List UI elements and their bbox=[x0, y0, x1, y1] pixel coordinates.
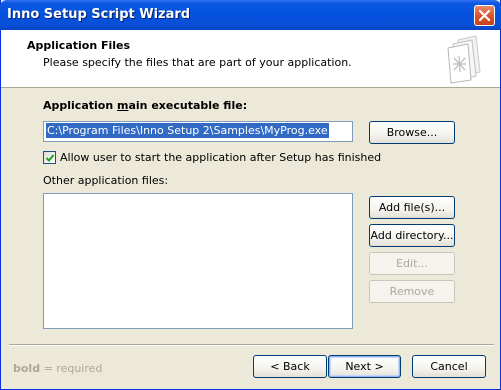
next-button[interactable]: Next > bbox=[328, 355, 401, 378]
add-directory-button[interactable]: Add directory... bbox=[369, 224, 455, 247]
required-note: bold = required bbox=[13, 362, 103, 375]
allow-start-label[interactable]: Allow user to start the application afte… bbox=[60, 151, 381, 164]
page-subtitle: Please specify the files that are part o… bbox=[43, 56, 352, 69]
close-icon bbox=[479, 10, 490, 21]
close-button[interactable] bbox=[474, 5, 495, 26]
wizard-window: Inno Setup Script Wizard Application Fil… bbox=[0, 0, 501, 390]
wizard-document-icon bbox=[447, 35, 481, 84]
cancel-button[interactable]: Cancel bbox=[412, 355, 486, 378]
browse-button[interactable]: Browse... bbox=[369, 121, 455, 144]
back-button[interactable]: < Back bbox=[253, 355, 327, 378]
checkmark-icon bbox=[45, 154, 55, 162]
other-files-list[interactable] bbox=[43, 193, 353, 329]
add-files-button[interactable]: Add file(s)... bbox=[369, 196, 455, 219]
main-exe-label: Application main executable file: bbox=[43, 99, 248, 112]
remove-button[interactable]: Remove bbox=[369, 280, 455, 303]
main-exe-input[interactable]: C:\Program Files\Inno Setup 2\Samples\My… bbox=[43, 121, 353, 142]
page-header: Application Files Please specify the fil… bbox=[1, 30, 500, 88]
other-files-label: Other application files: bbox=[43, 174, 169, 187]
page-title: Application Files bbox=[27, 39, 131, 52]
allow-start-row: Allow user to start the application afte… bbox=[43, 151, 381, 164]
allow-start-checkbox[interactable] bbox=[43, 151, 56, 164]
edit-button[interactable]: Edit... bbox=[369, 252, 455, 275]
title-bar: Inno Setup Script Wizard bbox=[0, 0, 501, 30]
footer-divider bbox=[9, 344, 494, 346]
window-title: Inno Setup Script Wizard bbox=[7, 7, 191, 22]
main-exe-value: C:\Program Files\Inno Setup 2\Samples\My… bbox=[46, 123, 329, 138]
